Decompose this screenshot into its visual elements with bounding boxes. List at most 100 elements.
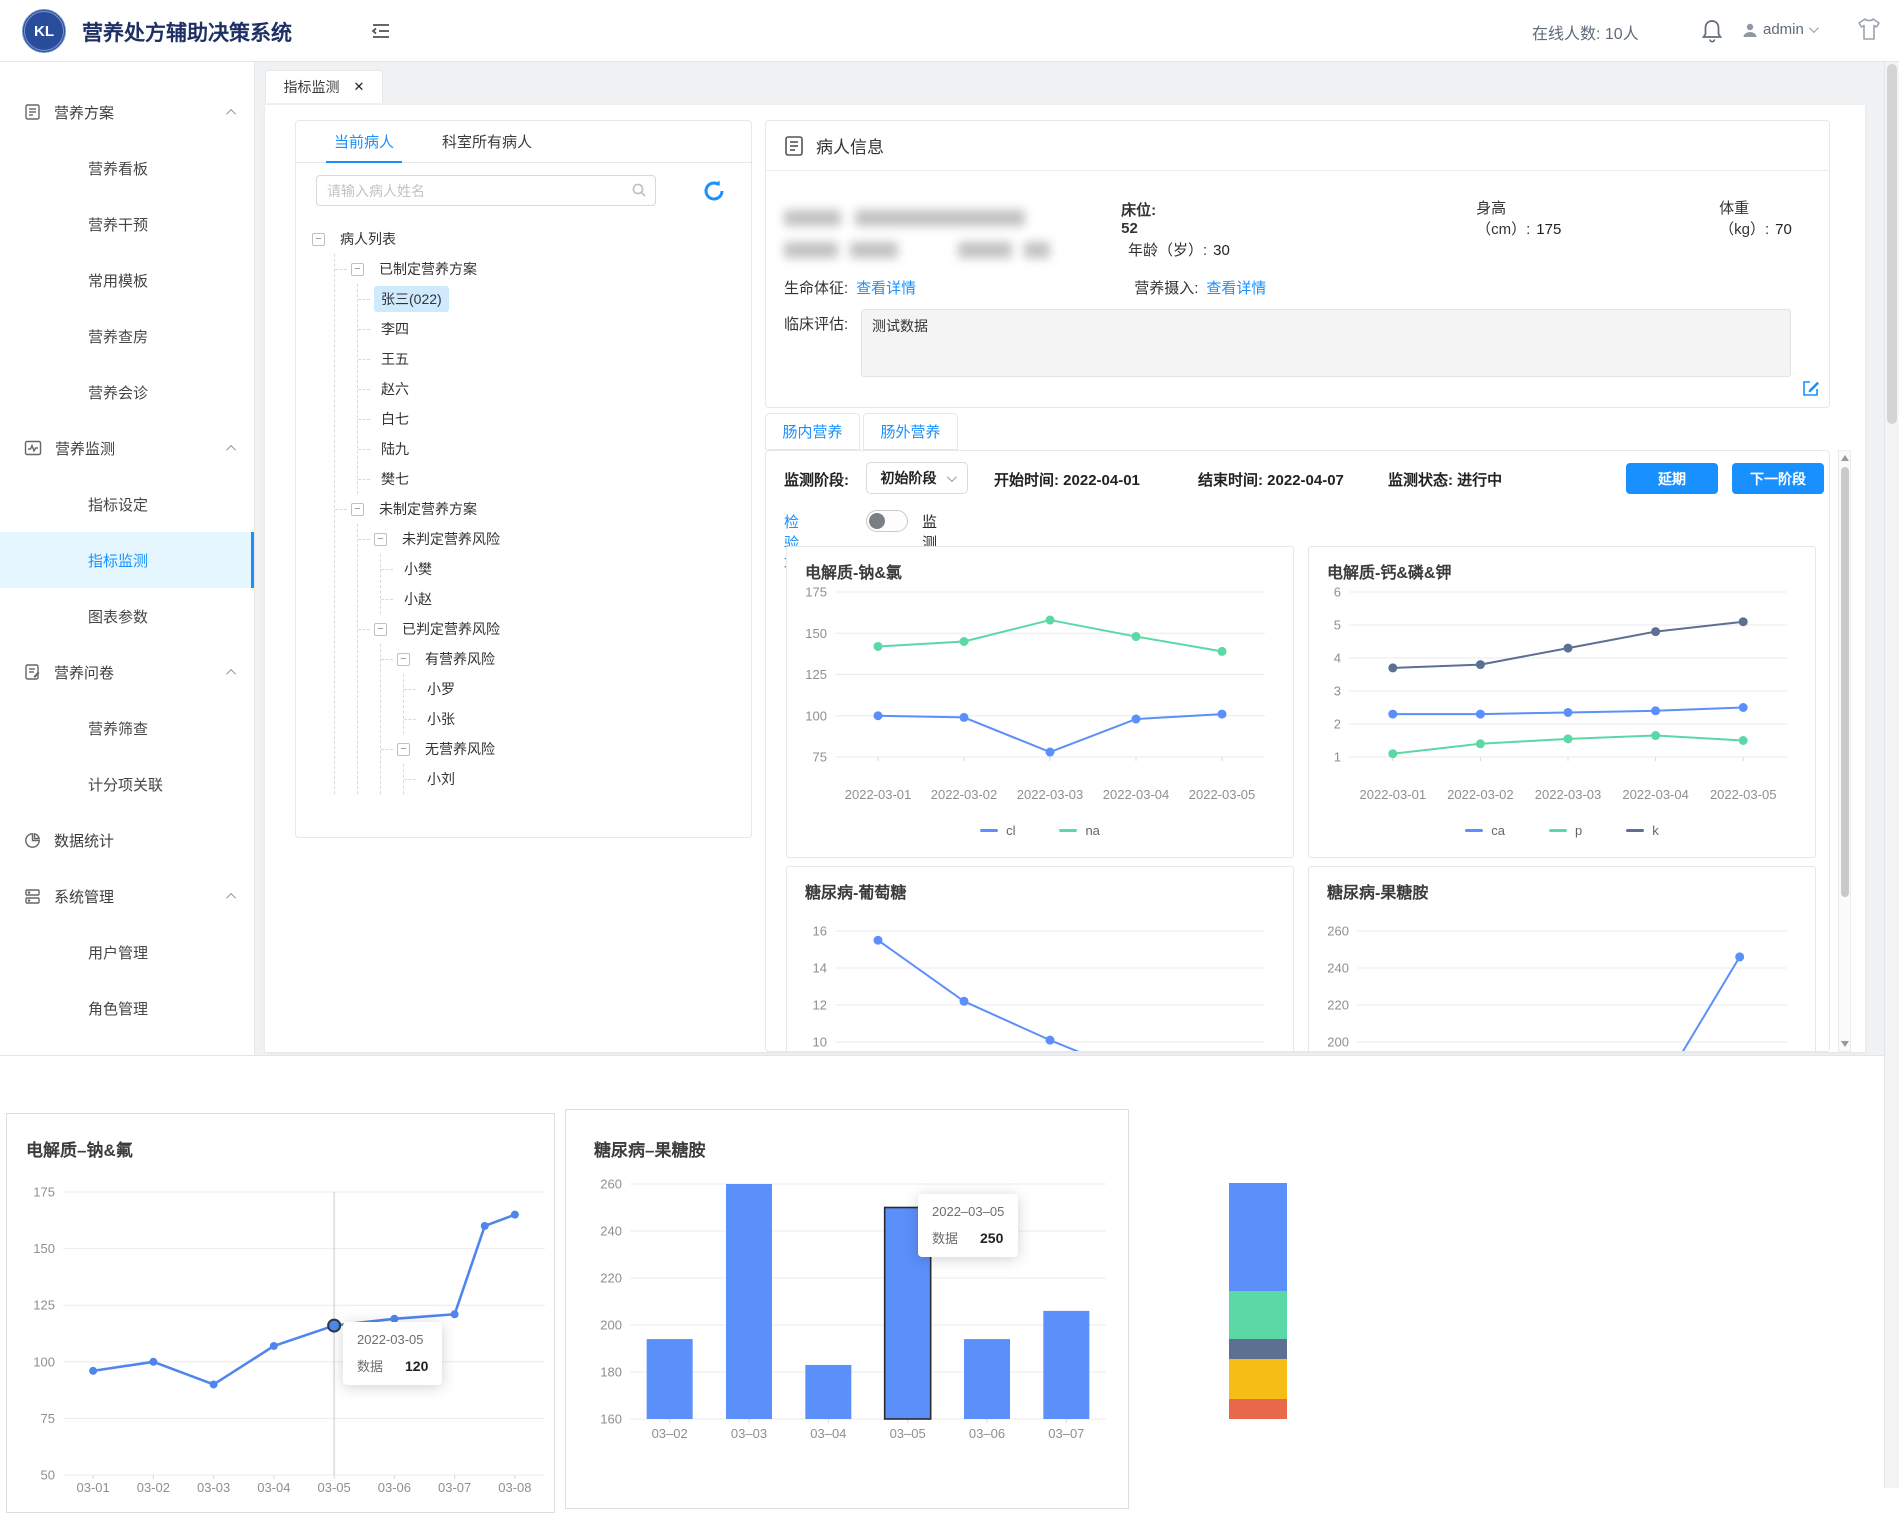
stage-select[interactable]: 初始阶段 bbox=[866, 462, 968, 494]
legend-item-ca[interactable]: ca bbox=[1465, 823, 1505, 838]
svg-text:3: 3 bbox=[1334, 684, 1341, 699]
sidebar-item-营养干预[interactable]: 营养干预 bbox=[0, 196, 254, 252]
line-chart-tooltip: 2022-03-05 数据 120 bbox=[343, 1322, 442, 1385]
tab-department-patients[interactable]: 科室所有病人 bbox=[442, 121, 532, 163]
sidebar-item-用户管理[interactable]: 用户管理 bbox=[0, 924, 254, 980]
tab-current-patients[interactable]: 当前病人 bbox=[334, 121, 394, 163]
theme-skin-icon[interactable] bbox=[1856, 16, 1882, 42]
postpone-button[interactable]: 延期 bbox=[1626, 463, 1718, 494]
legend-item-k[interactable]: k bbox=[1626, 823, 1659, 838]
legend-item-p[interactable]: p bbox=[1549, 823, 1582, 838]
intake-detail-link[interactable]: 查看详情 bbox=[1206, 277, 1266, 298]
sidebar-item-营养看板[interactable]: 营养看板 bbox=[0, 140, 254, 196]
chevron-up-icon bbox=[226, 892, 236, 902]
vitals-detail-link[interactable]: 查看详情 bbox=[856, 277, 916, 298]
page-scrollbar[interactable] bbox=[1884, 0, 1899, 1488]
sidebar-group-营养监测[interactable]: 营养监测 bbox=[0, 420, 254, 476]
chevron-down-icon bbox=[1809, 23, 1819, 33]
tree-node-无营养风险[interactable]: −无营养风险 bbox=[381, 734, 751, 764]
tree-node-有营养风险[interactable]: −有营养风险 bbox=[381, 644, 751, 674]
refresh-icon[interactable] bbox=[701, 178, 727, 204]
collapse-box-icon[interactable]: − bbox=[374, 623, 387, 636]
sidebar-collapse-icon[interactable] bbox=[370, 20, 392, 42]
sidebar: 营养方案营养看板营养干预常用模板营养查房营养会诊营养监测指标设定指标监测图表参数… bbox=[0, 62, 255, 1055]
svg-text:240: 240 bbox=[1327, 961, 1349, 976]
color-segment bbox=[1229, 1399, 1287, 1419]
tree-leaf-小樊[interactable]: 小樊 bbox=[381, 554, 751, 584]
tree-leaf-小张[interactable]: 小张 bbox=[404, 704, 751, 734]
patient-search-input[interactable] bbox=[316, 175, 656, 206]
chevron-up-icon bbox=[226, 668, 236, 678]
user-menu[interactable]: admin bbox=[1742, 21, 1816, 38]
user-name: admin bbox=[1763, 21, 1804, 38]
content-card: 当前病人 科室所有病人 −病人列表−已制定营养方案张三(022)李四王五赵六白七… bbox=[265, 105, 1865, 1052]
tree-leaf-小罗[interactable]: 小罗 bbox=[404, 674, 751, 704]
sidebar-group-系统管理[interactable]: 系统管理 bbox=[0, 868, 254, 924]
tree-leaf-王五[interactable]: 王五 bbox=[358, 344, 751, 374]
sidebar-item-计分项关联[interactable]: 计分项关联 bbox=[0, 756, 254, 812]
tab-parenteral-nutrition[interactable]: 肠外营养 bbox=[863, 413, 958, 450]
collapse-box-icon[interactable]: − bbox=[312, 233, 325, 246]
sidebar-item-角色管理[interactable]: 角色管理 bbox=[0, 980, 254, 1036]
collapse-box-icon[interactable]: − bbox=[397, 743, 410, 756]
tree-leaf-陆九[interactable]: 陆九 bbox=[358, 434, 751, 464]
collapse-box-icon[interactable]: − bbox=[351, 263, 364, 276]
svg-text:75: 75 bbox=[41, 1411, 55, 1426]
sidebar-item-指标设定[interactable]: 指标设定 bbox=[0, 476, 254, 532]
collapse-box-icon[interactable]: − bbox=[374, 533, 387, 546]
svg-text:50: 50 bbox=[41, 1468, 55, 1483]
tree-leaf-李四[interactable]: 李四 bbox=[358, 314, 751, 344]
tab-enteral-nutrition[interactable]: 肠内营养 bbox=[765, 413, 860, 450]
sidebar-group-数据统计[interactable]: 数据统计 bbox=[0, 812, 254, 868]
tab-indicator-monitoring[interactable]: 指标监测 ✕ bbox=[265, 70, 383, 103]
tree-node-已判定营养风险[interactable]: −已判定营养风险 bbox=[358, 614, 751, 644]
svg-text:2022-03-05: 2022-03-05 bbox=[1710, 787, 1777, 802]
tree-leaf-白七[interactable]: 白七 bbox=[358, 404, 751, 434]
svg-text:03–07: 03–07 bbox=[1048, 1426, 1084, 1441]
collapse-box-icon[interactable]: − bbox=[351, 503, 364, 516]
chart-legend: cl na bbox=[787, 823, 1293, 838]
edit-icon[interactable] bbox=[1801, 379, 1820, 398]
tree-leaf-赵六[interactable]: 赵六 bbox=[358, 374, 751, 404]
sidebar-item-营养查房[interactable]: 营养查房 bbox=[0, 308, 254, 364]
legend-item-na[interactable]: na bbox=[1059, 823, 1099, 838]
tab-close-icon[interactable]: ✕ bbox=[354, 79, 365, 95]
tree-node-病人列表[interactable]: −病人列表 bbox=[312, 224, 751, 254]
next-stage-button[interactable]: 下一阶段 bbox=[1732, 463, 1824, 494]
svg-text:03–02: 03–02 bbox=[652, 1426, 688, 1441]
sidebar-item-指标监测[interactable]: 指标监测 bbox=[0, 532, 254, 588]
intake-label: 营养摄入: bbox=[1134, 277, 1198, 298]
assessment-textarea[interactable]: 测试数据 bbox=[861, 309, 1791, 377]
color-segment bbox=[1229, 1359, 1287, 1399]
tree-leaf-小赵[interactable]: 小赵 bbox=[381, 584, 751, 614]
sidebar-item-常用模板[interactable]: 常用模板 bbox=[0, 252, 254, 308]
view-toggle-switch[interactable] bbox=[866, 510, 908, 532]
tree-node-未制定营养方案[interactable]: −未制定营养方案 bbox=[335, 494, 751, 524]
tree-leaf-张三(022)[interactable]: 张三(022) bbox=[358, 284, 751, 314]
svg-text:150: 150 bbox=[805, 626, 827, 641]
sidebar-item-营养筛查[interactable]: 营养筛查 bbox=[0, 700, 254, 756]
sidebar-group-营养方案[interactable]: 营养方案 bbox=[0, 84, 254, 140]
panel-scrollbar[interactable] bbox=[1838, 450, 1851, 1052]
chart-title: 电解质-钙&磷&钾 bbox=[1327, 559, 1451, 583]
monitor-icon bbox=[24, 440, 42, 456]
tree-leaf-樊七[interactable]: 樊七 bbox=[358, 464, 751, 494]
sidebar-item-营养会诊[interactable]: 营养会诊 bbox=[0, 364, 254, 420]
tree-node-已制定营养方案[interactable]: −已制定营养方案 bbox=[335, 254, 751, 284]
app-title: 营养处方辅助决策系统 bbox=[82, 17, 292, 47]
sidebar-item-图表参数[interactable]: 图表参数 bbox=[0, 588, 254, 644]
svg-text:2022-03-04: 2022-03-04 bbox=[1622, 787, 1689, 802]
tree-node-未判定营养风险[interactable]: −未判定营养风险 bbox=[358, 524, 751, 554]
chevron-down-icon bbox=[946, 472, 956, 482]
legend-item-cl[interactable]: cl bbox=[980, 823, 1015, 838]
vitals-label: 生命体征: bbox=[784, 277, 848, 298]
notification-bell-icon[interactable] bbox=[1700, 18, 1724, 44]
blurred-name-value bbox=[850, 242, 898, 258]
chart-diabetes-glucose: 糖尿病-葡萄糖10121416 bbox=[786, 866, 1294, 1052]
svg-text:14: 14 bbox=[813, 961, 827, 976]
tree-leaf-小刘[interactable]: 小刘 bbox=[404, 764, 751, 794]
chart-title: 电解质–钠&氟 bbox=[26, 1136, 133, 1161]
chart-electrolyte-na-cl: 电解质-钠&氯751001251501752022-03-012022-03-0… bbox=[786, 546, 1294, 858]
collapse-box-icon[interactable]: − bbox=[397, 653, 410, 666]
sidebar-group-营养问卷[interactable]: 营养问卷 bbox=[0, 644, 254, 700]
